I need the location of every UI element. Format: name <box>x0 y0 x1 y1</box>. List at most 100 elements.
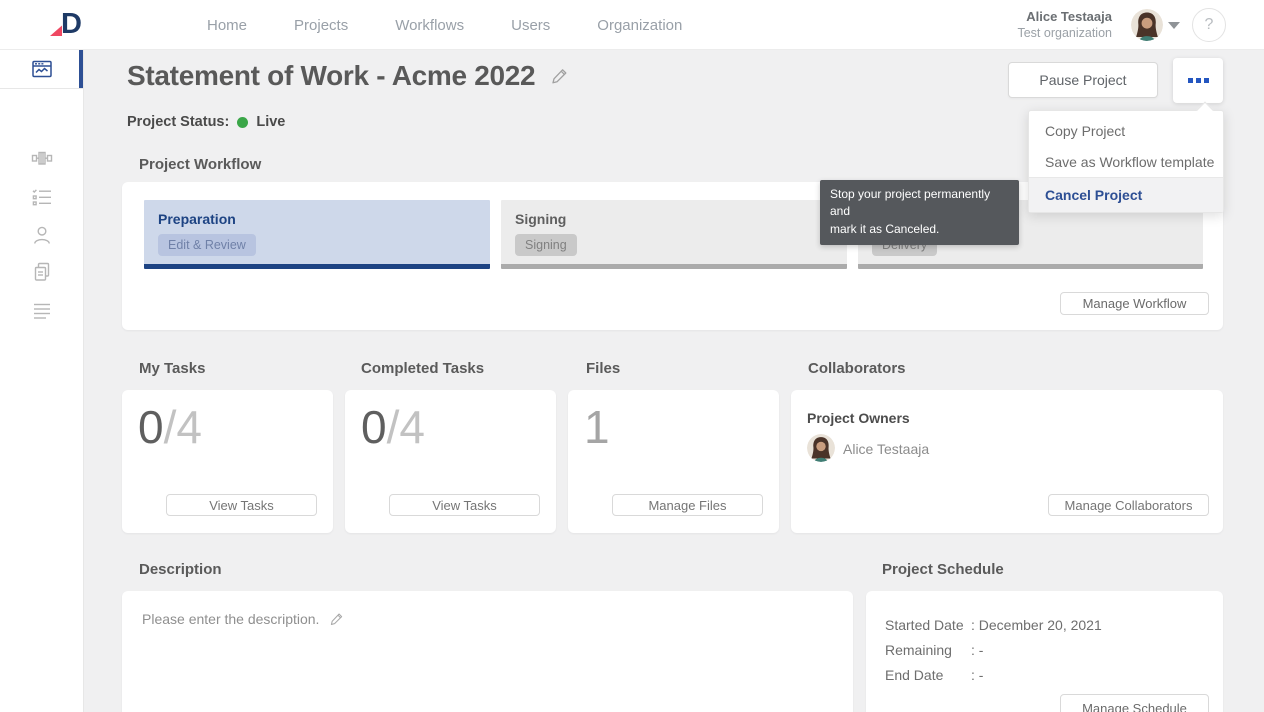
workflow-stage-signing[interactable]: Signing Signing <box>501 200 847 269</box>
status-label: Project Status: <box>127 114 229 130</box>
schedule-row-started: Started Date: December 20, 2021 <box>885 613 1102 638</box>
view-completed-tasks-button[interactable]: View Tasks <box>389 494 540 516</box>
user-avatar[interactable] <box>1131 9 1163 41</box>
workflow-icon <box>31 147 53 169</box>
help-question-icon: ? <box>1205 16 1214 34</box>
sidebar-item-tasks[interactable] <box>0 177 83 216</box>
schedule-rows: Started Date: December 20, 2021 Remainin… <box>885 613 1102 688</box>
count-done: 0 <box>138 401 164 453</box>
user-organization: Test organization <box>1017 25 1112 42</box>
workflow-stage-preparation[interactable]: Preparation Edit & Review <box>144 200 490 269</box>
collaborators-card: Project Owners Alice Testaaja Manage Col… <box>791 390 1223 533</box>
page-title: Statement of Work - Acme 2022 <box>127 60 535 92</box>
sidebar-item-users[interactable] <box>0 215 83 254</box>
nav-item-organization[interactable]: Organization <box>597 17 682 34</box>
documents-icon <box>31 261 53 283</box>
ellipsis-icon <box>1188 78 1193 83</box>
status-live-dot-icon <box>237 117 248 128</box>
completed-tasks-card: 0/4 View Tasks <box>345 390 556 533</box>
user-info[interactable]: Alice Testaaja Test organization <box>1017 8 1112 42</box>
description-card: Please enter the description. <box>122 591 853 712</box>
collaborators-heading: Collaborators <box>808 360 906 377</box>
avatar-image <box>1131 9 1163 41</box>
sidebar-item-files[interactable] <box>0 252 83 291</box>
nav-item-users[interactable]: Users <box>511 17 550 34</box>
stage-title: Preparation <box>158 211 476 227</box>
logo-letter: D <box>61 8 81 41</box>
schedule-row-end: End Date: - <box>885 663 1102 688</box>
project-owners-label: Project Owners <box>807 410 910 426</box>
owner-name: Alice Testaaja <box>843 441 929 457</box>
project-status: Project Status: Live <box>127 114 285 130</box>
stage-chip: Signing <box>515 234 577 256</box>
manage-collaborators-button[interactable]: Manage Collaborators <box>1048 494 1209 516</box>
count-total: /4 <box>164 401 202 453</box>
app-logo[interactable]: D <box>48 6 100 44</box>
my-tasks-heading: My Tasks <box>139 360 205 377</box>
menu-item-cancel-project[interactable]: Cancel Project <box>1029 177 1223 212</box>
my-tasks-count: 0/4 <box>138 400 202 454</box>
more-options-menu: Copy Project Save as Workflow template C… <box>1028 110 1224 213</box>
files-count: 1 <box>584 400 610 454</box>
nav-item-projects[interactable]: Projects <box>294 17 348 34</box>
manage-schedule-button[interactable]: Manage Schedule <box>1060 694 1209 712</box>
completed-tasks-count: 0/4 <box>361 400 425 454</box>
edit-description-pencil-icon[interactable] <box>329 611 345 627</box>
tooltip-line-2: mark it as Canceled. <box>830 221 1009 238</box>
left-sidebar <box>0 50 84 712</box>
my-tasks-card: 0/4 View Tasks <box>122 390 333 533</box>
sidebar-item-dashboard[interactable] <box>0 50 83 89</box>
list-lines-icon <box>31 300 53 322</box>
completed-tasks-heading: Completed Tasks <box>361 360 484 377</box>
status-value: Live <box>256 114 285 130</box>
stage-chip: Edit & Review <box>158 234 256 256</box>
sidebar-item-workflows[interactable] <box>0 138 83 177</box>
schedule-row-value: December 20, 2021 <box>979 617 1102 633</box>
nav-item-home[interactable]: Home <box>207 17 247 34</box>
colon: : <box>971 642 975 658</box>
more-options-button[interactable] <box>1173 58 1223 103</box>
sidebar-item-logs[interactable] <box>0 291 83 330</box>
ellipsis-icon <box>1204 78 1209 83</box>
count-total: /4 <box>387 401 425 453</box>
manage-workflow-button[interactable]: Manage Workflow <box>1060 292 1209 315</box>
user-menu-caret-icon[interactable] <box>1168 22 1180 29</box>
help-button[interactable]: ? <box>1192 8 1226 42</box>
manage-files-button[interactable]: Manage Files <box>612 494 763 516</box>
schedule-row-value: - <box>979 667 984 683</box>
schedule-row-label: Started Date <box>885 613 971 638</box>
files-card: 1 Manage Files <box>568 390 779 533</box>
view-tasks-button[interactable]: View Tasks <box>166 494 317 516</box>
count-done: 0 <box>361 401 387 453</box>
pause-project-button[interactable]: Pause Project <box>1008 62 1158 98</box>
top-navbar: D Home Projects Workflows Users Organiza… <box>0 0 1264 50</box>
colon: : <box>971 667 975 683</box>
cancel-project-tooltip: Stop your project permanently and mark i… <box>820 180 1019 245</box>
colon: : <box>971 617 975 633</box>
nav-item-workflows[interactable]: Workflows <box>395 17 464 34</box>
dashboard-icon <box>31 58 53 80</box>
schedule-row-label: Remaining <box>885 638 971 663</box>
avatar-image <box>807 434 835 462</box>
schedule-row-label: End Date <box>885 663 971 688</box>
workflow-section-heading: Project Workflow <box>139 156 261 173</box>
description-placeholder: Please enter the description. <box>142 611 319 627</box>
user-name: Alice Testaaja <box>1017 8 1112 25</box>
schedule-row-value: - <box>979 642 984 658</box>
files-heading: Files <box>586 360 620 377</box>
ellipsis-icon <box>1196 78 1201 83</box>
page-header: Statement of Work - Acme 2022 <box>127 60 570 92</box>
stage-title: Signing <box>515 211 833 227</box>
schedule-row-remaining: Remaining: - <box>885 638 1102 663</box>
tasks-icon <box>31 186 53 208</box>
main-nav: Home Projects Workflows Users Organizati… <box>207 0 682 50</box>
schedule-heading: Project Schedule <box>882 561 1004 578</box>
menu-item-save-workflow-template[interactable]: Save as Workflow template <box>1029 146 1223 177</box>
menu-item-copy-project[interactable]: Copy Project <box>1029 115 1223 146</box>
user-icon <box>31 224 53 246</box>
description-row: Please enter the description. <box>142 611 345 627</box>
app-window: D Home Projects Workflows Users Organiza… <box>0 0 1264 712</box>
schedule-card: Started Date: December 20, 2021 Remainin… <box>866 591 1223 712</box>
edit-title-pencil-icon[interactable] <box>550 66 570 86</box>
tooltip-line-1: Stop your project permanently and <box>830 186 1009 221</box>
